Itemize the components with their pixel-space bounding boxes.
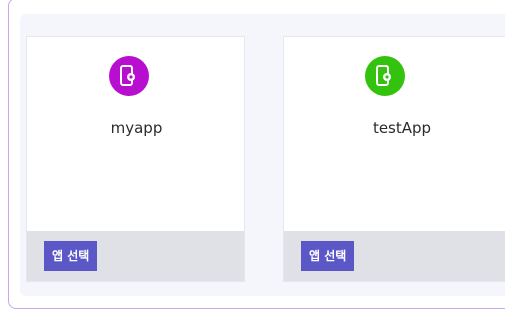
app-name: myapp bbox=[110, 119, 163, 137]
app-icon bbox=[109, 56, 149, 96]
app-icon bbox=[365, 56, 405, 96]
app-card-myapp[interactable]: myapp 앱 선택 bbox=[26, 36, 245, 282]
select-app-button[interactable]: 앱 선택 bbox=[301, 241, 355, 271]
card-footer: 앱 선택 bbox=[27, 231, 244, 281]
card-footer: 앱 선택 bbox=[284, 231, 505, 281]
app-card-testapp[interactable]: testApp 앱 선택 bbox=[283, 36, 505, 282]
select-app-button[interactable]: 앱 선택 bbox=[44, 241, 98, 271]
app-name: testApp bbox=[372, 119, 432, 137]
mobile-settings-icon bbox=[120, 65, 135, 86]
mobile-settings-icon bbox=[376, 65, 391, 86]
